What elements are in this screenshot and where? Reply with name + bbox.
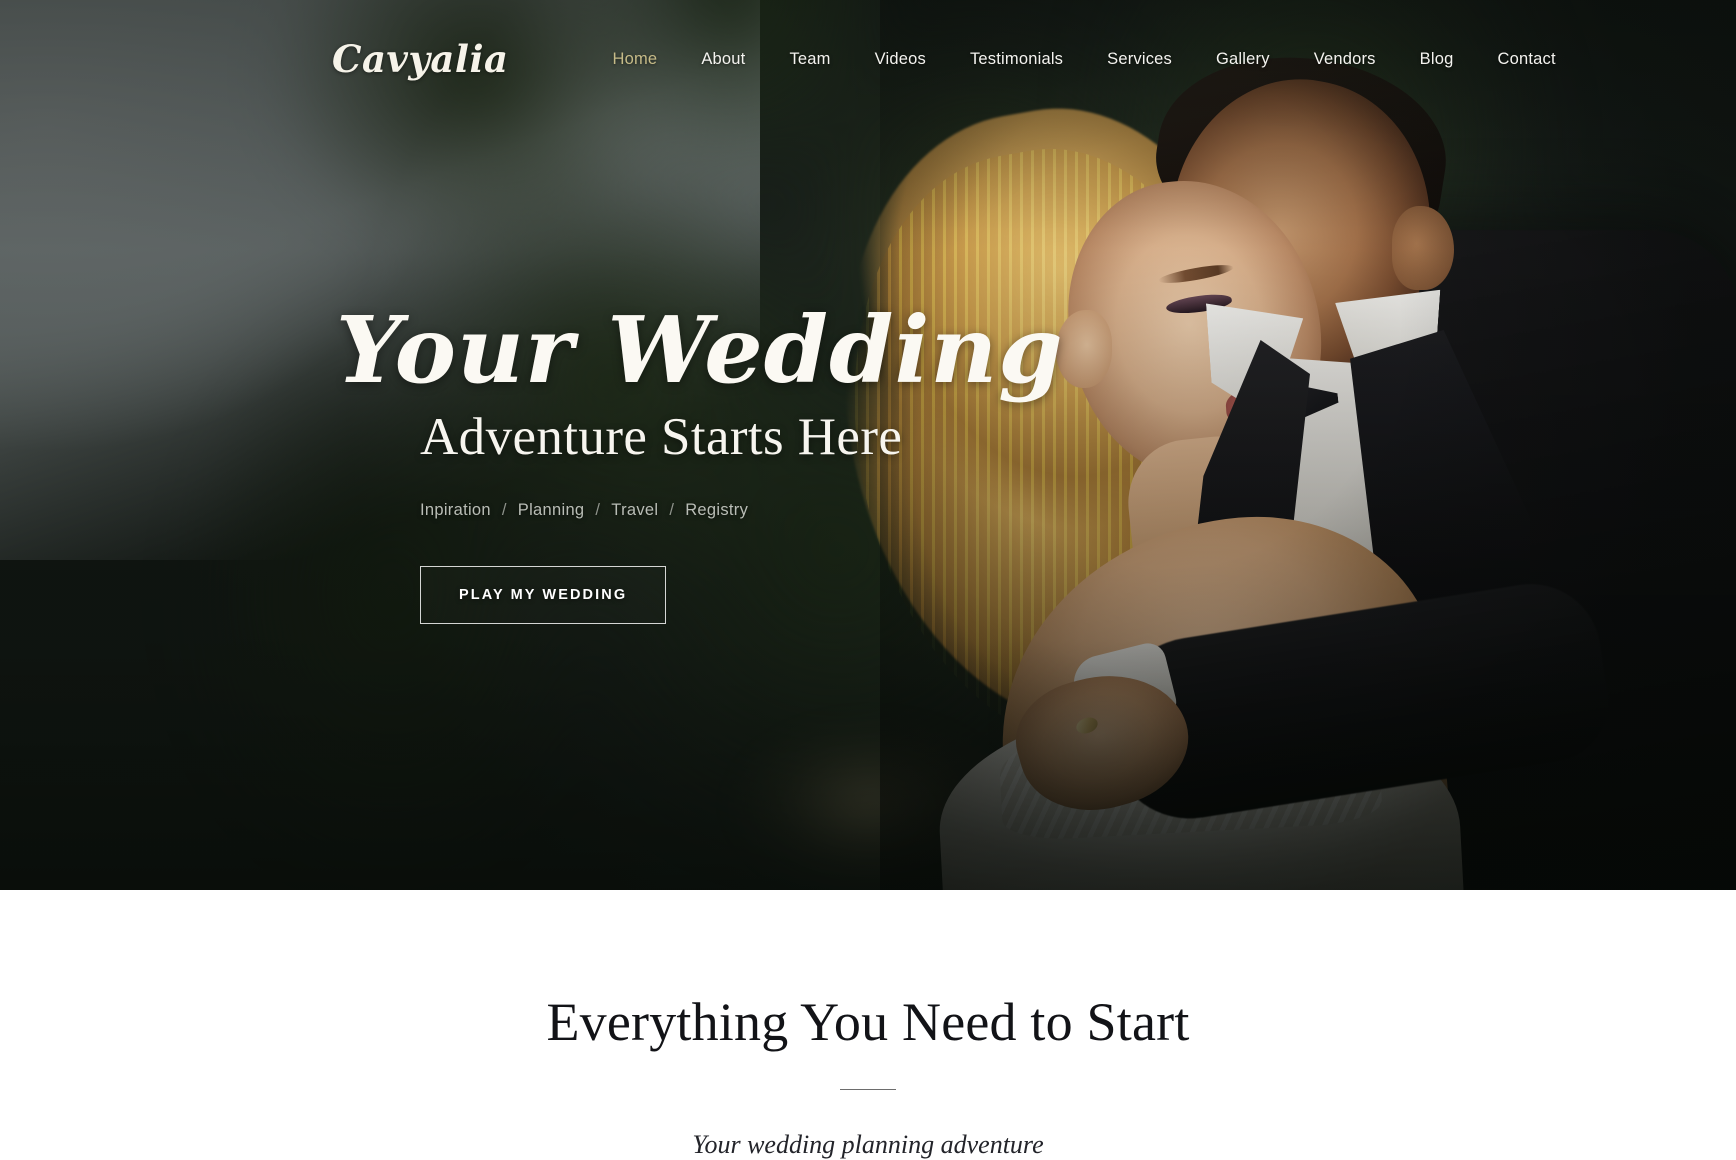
hero-section: Cavyalia Home About Team Videos Testimon… xyxy=(0,0,1736,890)
section-subtitle: Your wedding planning adventure xyxy=(692,1130,1044,1159)
nav-item-services[interactable]: Services xyxy=(1085,50,1194,69)
nav-item-about[interactable]: About xyxy=(679,50,767,69)
tagline-item-travel[interactable]: Travel xyxy=(611,501,658,520)
tagline-separator: / xyxy=(669,501,675,520)
tagline-separator: / xyxy=(595,501,601,520)
site-logo[interactable]: Cavyalia xyxy=(332,37,508,81)
hero-tagline: Inpiration / Planning / Travel / Registr… xyxy=(420,501,748,520)
tagline-item-inpiration[interactable]: Inpiration xyxy=(420,501,491,520)
nav-item-testimonials[interactable]: Testimonials xyxy=(948,50,1085,69)
nav-item-blog[interactable]: Blog xyxy=(1398,50,1476,69)
section-divider xyxy=(840,1089,896,1090)
section-title: Everything You Need to Start xyxy=(546,992,1190,1052)
tagline-separator: / xyxy=(501,501,507,520)
play-my-wedding-button[interactable]: PLAY MY WEDDING xyxy=(420,566,667,625)
everything-you-need-section: Everything You Need to Start Your weddin… xyxy=(0,890,1736,1160)
nav-item-contact[interactable]: Contact xyxy=(1475,50,1577,69)
hero-subtitle: Adventure Starts Here xyxy=(420,407,903,466)
hero-content: Your Wedding Adventure Starts Here Inpir… xyxy=(0,0,1736,890)
site-header: Cavyalia Home About Team Videos Testimon… xyxy=(0,0,1736,118)
tagline-item-planning[interactable]: Planning xyxy=(518,501,585,520)
nav-item-vendors[interactable]: Vendors xyxy=(1292,50,1398,69)
nav-item-gallery[interactable]: Gallery xyxy=(1194,50,1292,69)
tagline-item-registry[interactable]: Registry xyxy=(685,501,748,520)
hero-script-title: Your Wedding xyxy=(336,295,1064,404)
nav-item-videos[interactable]: Videos xyxy=(853,50,948,69)
nav-item-team[interactable]: Team xyxy=(767,50,852,69)
nav-item-home[interactable]: Home xyxy=(590,50,679,69)
main-navigation: Home About Team Videos Testimonials Serv… xyxy=(590,50,1577,69)
